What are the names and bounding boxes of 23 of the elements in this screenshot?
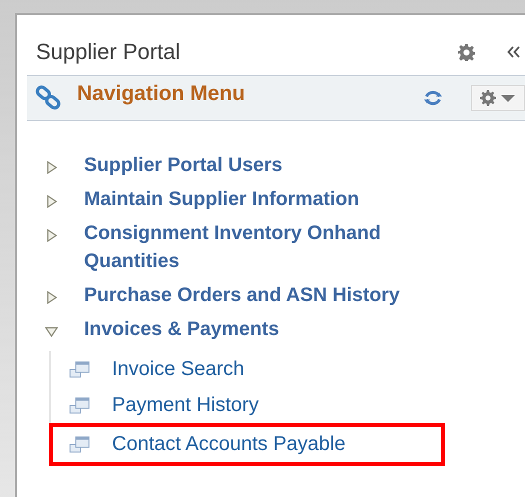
menu-folder-link[interactable]: Supplier Portal Users: [84, 151, 282, 179]
menu-folder-link[interactable]: Invoices & Payments: [84, 315, 280, 343]
menu-folder-link[interactable]: Consignment Inventory Onhand Quantities: [84, 219, 475, 275]
windows-icon: [69, 396, 90, 414]
panel-title: Supplier Portal: [36, 39, 182, 65]
expand-triangle-icon[interactable]: [45, 161, 58, 174]
collapse-triangle-icon[interactable]: [45, 325, 58, 338]
windows-icon: [69, 360, 90, 378]
windows-icon: [69, 436, 90, 453]
menu-folder-link[interactable]: Maintain Supplier Information: [84, 185, 360, 213]
collapse-icon[interactable]: [507, 46, 521, 58]
expand-triangle-icon[interactable]: [45, 195, 58, 208]
expand-triangle-icon[interactable]: [45, 291, 58, 304]
chain-link-icon: [35, 84, 63, 112]
navigation-menu-title: Navigation Menu: [77, 82, 246, 106]
menu-folder-link[interactable]: Purchase Orders and ASN History: [84, 281, 400, 309]
settings-dropdown-button[interactable]: [471, 85, 525, 111]
refresh-icon[interactable]: [423, 88, 443, 108]
settings-icon[interactable]: [458, 44, 475, 60]
menu-link[interactable]: Payment History: [112, 394, 259, 416]
expand-triangle-icon[interactable]: [45, 229, 58, 242]
menu-link[interactable]: Contact Accounts Payable: [112, 433, 346, 456]
menu-link[interactable]: Invoice Search: [112, 358, 244, 380]
